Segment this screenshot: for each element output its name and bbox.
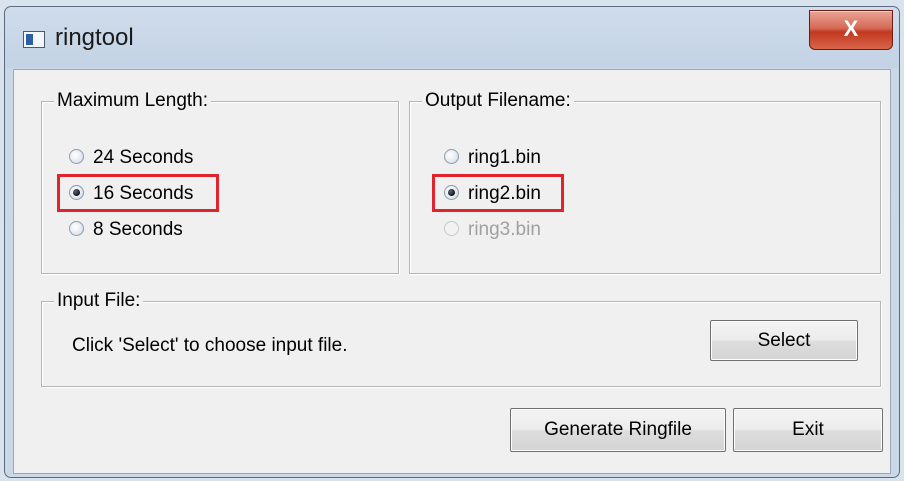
max-length-legend: Maximum Length: (54, 90, 212, 112)
app-window: ringtool X Maximum Length: 24 Seconds 16… (4, 6, 900, 478)
radio-button-disabled-icon (444, 221, 459, 236)
radio-label: 24 Seconds (93, 147, 194, 168)
app-window-icon[interactable] (23, 31, 45, 48)
radio-label: 8 Seconds (93, 219, 183, 240)
radio-label: ring3.bin (468, 219, 541, 240)
highlight-box (57, 174, 219, 212)
input-file-legend: Input File: (54, 290, 144, 312)
input-file-status: Click 'Select' to choose input file. (72, 335, 348, 356)
output-filename-group: Output Filename: ring1.bin ring2.bin rin… (409, 90, 881, 274)
window-title: ringtool (55, 24, 134, 51)
input-file-group: Input File: Click 'Select' to choose inp… (41, 290, 881, 387)
radio-button-icon[interactable] (69, 149, 84, 164)
dialog-body: Maximum Length: 24 Seconds 16 Seconds 8 … (13, 69, 891, 474)
generate-ringfile-button[interactable]: Generate Ringfile (510, 408, 726, 452)
radio-label: ring1.bin (468, 147, 541, 168)
radio-button-icon[interactable] (69, 221, 84, 236)
highlight-box (432, 174, 564, 212)
max-length-group: Maximum Length: 24 Seconds 16 Seconds 8 … (41, 90, 399, 274)
select-button[interactable]: Select (710, 320, 858, 361)
output-filename-legend: Output Filename: (422, 90, 574, 112)
title-bar[interactable]: ringtool X (5, 7, 899, 69)
close-button[interactable]: X (809, 10, 893, 50)
radio-button-icon[interactable] (444, 149, 459, 164)
exit-button[interactable]: Exit (733, 408, 883, 452)
